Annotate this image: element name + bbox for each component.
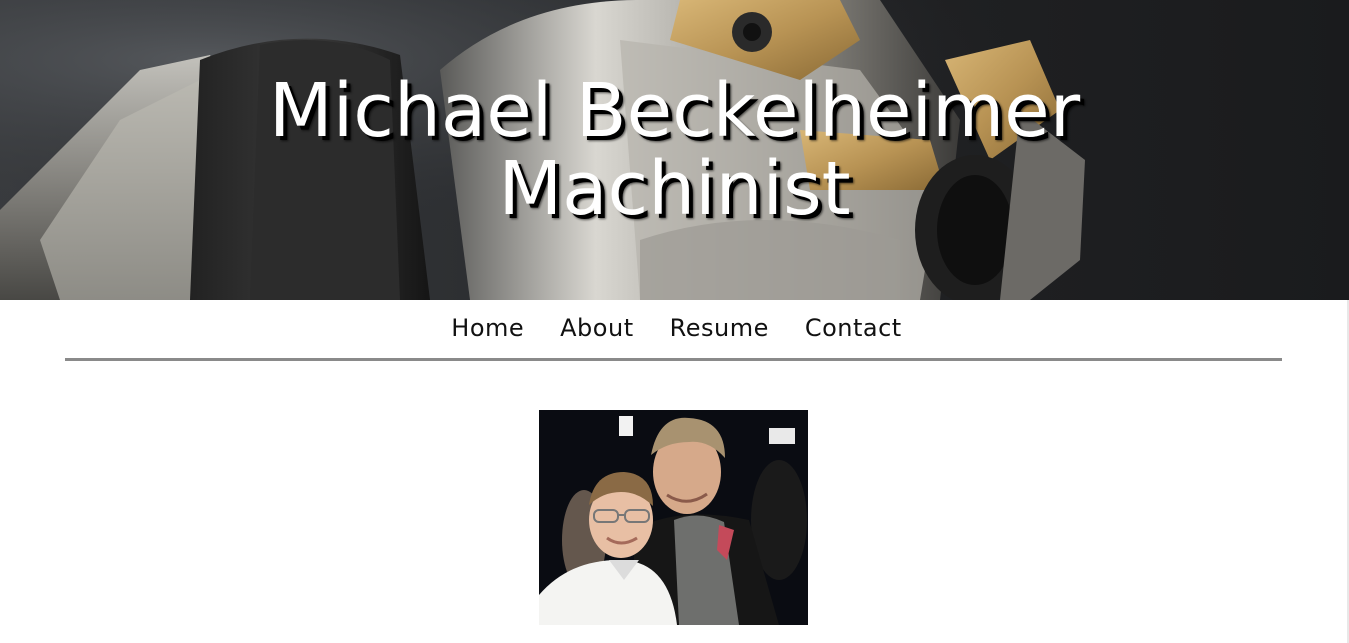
site-title: Michael Beckelheimer Machinist: [0, 72, 1349, 228]
site-title-name: Michael Beckelheimer: [268, 68, 1081, 154]
portrait-photo: [539, 410, 808, 625]
nav-item-resume[interactable]: Resume: [670, 314, 769, 342]
photo-image: [539, 410, 808, 625]
nav-item-about[interactable]: About: [560, 314, 633, 342]
nav-item-home[interactable]: Home: [451, 314, 524, 342]
nav-divider: [65, 358, 1282, 361]
header-banner: Michael Beckelheimer Machinist: [0, 0, 1349, 300]
site-title-profession: Machinist: [498, 146, 851, 232]
page: Michael Beckelheimer Machinist Home Abou…: [0, 0, 1349, 643]
nav-item-contact[interactable]: Contact: [805, 314, 902, 342]
main-nav: Home About Resume Contact: [0, 300, 1349, 356]
